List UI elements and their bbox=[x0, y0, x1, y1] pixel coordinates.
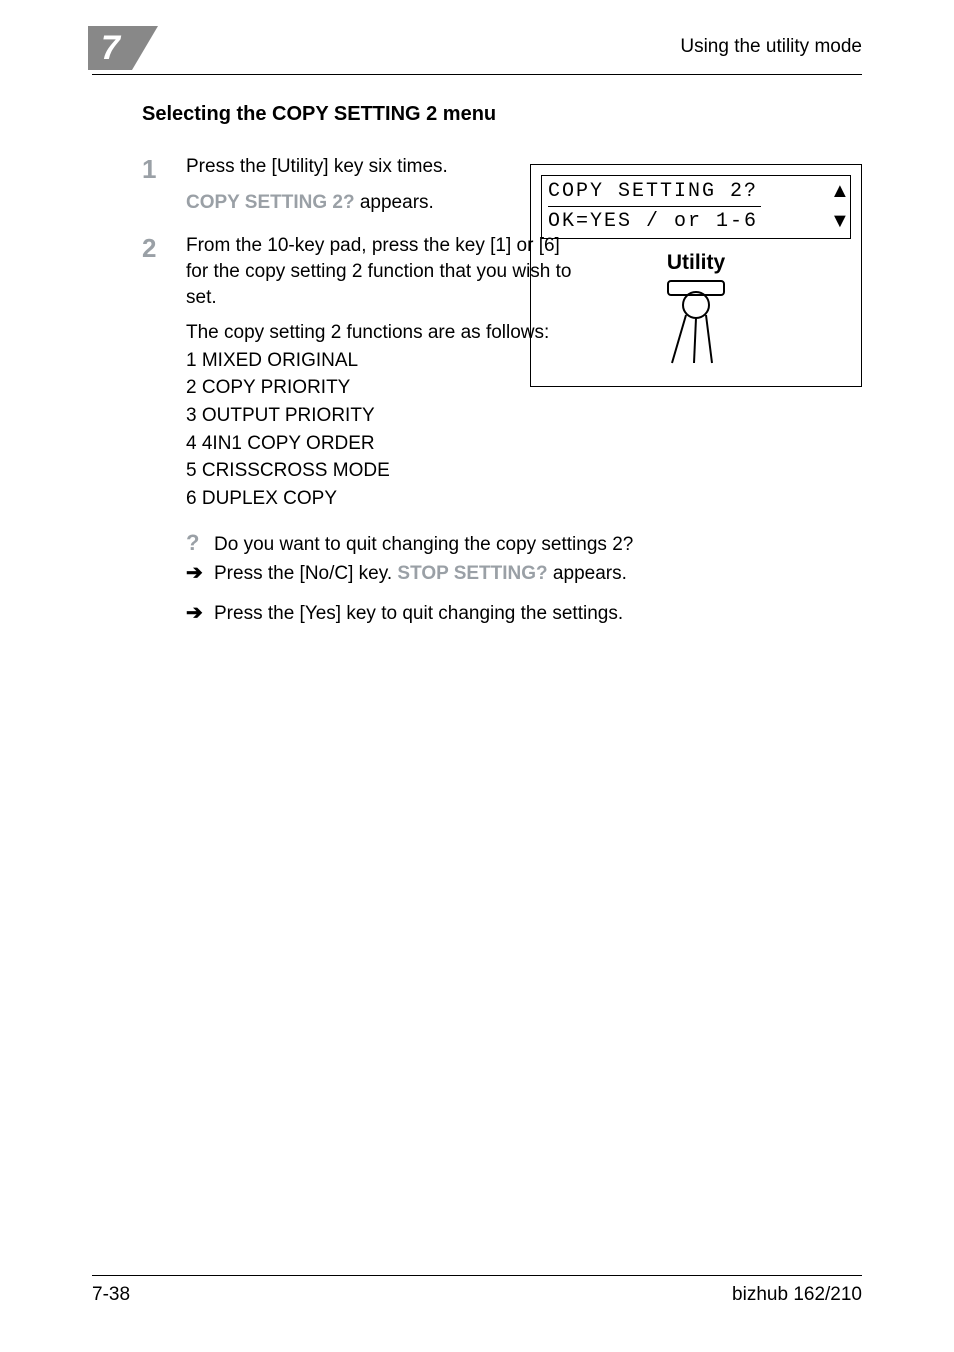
option-5: 5 CRISSCROSS MODE bbox=[186, 458, 586, 484]
page-footer: 7-38 bizhub 162/210 bbox=[92, 1275, 862, 1306]
scroll-down-icon: ▼ bbox=[830, 209, 844, 234]
tip-answer-2: Press the [Yes] key to quit changing the… bbox=[214, 599, 623, 628]
lcd-separator bbox=[548, 206, 761, 207]
tip-block: ? Do you want to quit changing the copy … bbox=[186, 530, 862, 628]
step-number: 2 bbox=[142, 233, 186, 261]
option-4: 4 4IN1 COPY ORDER bbox=[186, 431, 586, 457]
tip-answer-1-prefix: Press the [No/C] key. bbox=[214, 563, 397, 584]
arrow-right-icon: ➔ bbox=[186, 602, 203, 624]
section-title: Selecting the COPY SETTING 2 menu bbox=[142, 103, 862, 126]
chapter-number: 7 bbox=[88, 26, 132, 70]
step-1-suffix: appears. bbox=[355, 192, 434, 213]
page-number: 7-38 bbox=[92, 1284, 130, 1306]
footer-rule bbox=[92, 1275, 862, 1276]
step-2-sub-intro: The copy setting 2 functions are as foll… bbox=[186, 320, 586, 346]
device-panel-illustration: COPY SETTING 2? ▲ OK=YES / or 1-6 ▼ Util… bbox=[530, 164, 862, 387]
tip-question: Do you want to quit changing the copy se… bbox=[214, 530, 633, 559]
chapter-wedge-decoration bbox=[132, 26, 158, 70]
option-1: 1 MIXED ORIGINAL bbox=[186, 348, 586, 374]
running-head: Using the utility mode bbox=[680, 26, 862, 58]
step-2-text: From the 10-key pad, press the key [1] o… bbox=[186, 233, 586, 310]
lcd-line-2: OK=YES / or 1-6 bbox=[548, 209, 758, 234]
step-1-highlight: COPY SETTING 2? bbox=[186, 192, 355, 213]
step-1-text: Press the [Utility] key six times. bbox=[186, 154, 586, 180]
step-number: 1 bbox=[142, 154, 186, 182]
option-3: 3 OUTPUT PRIORITY bbox=[186, 403, 586, 429]
arrow-right-icon: ➔ bbox=[186, 562, 203, 584]
question-mark-icon: ? bbox=[186, 530, 199, 555]
option-2: 2 COPY PRIORITY bbox=[186, 375, 586, 401]
tip-answer-1-highlight: STOP SETTING? bbox=[397, 563, 547, 584]
utility-key-label: Utility bbox=[541, 251, 851, 275]
product-name: bizhub 162/210 bbox=[732, 1284, 862, 1306]
press-key-icon bbox=[654, 279, 738, 367]
option-6: 6 DUPLEX COPY bbox=[186, 486, 586, 512]
tip-answer-1: Press the [No/C] key. STOP SETTING? appe… bbox=[214, 559, 627, 588]
tip-answer-1-suffix: appears. bbox=[548, 563, 627, 584]
header-rule bbox=[92, 74, 862, 75]
chapter-tab: 7 bbox=[88, 26, 158, 70]
step-2-options: 1 MIXED ORIGINAL 2 COPY PRIORITY 3 OUTPU… bbox=[186, 348, 586, 512]
lcd-line-1: COPY SETTING 2? bbox=[548, 179, 758, 204]
lcd-screen: COPY SETTING 2? ▲ OK=YES / or 1-6 ▼ bbox=[541, 175, 851, 239]
scroll-up-icon: ▲ bbox=[830, 179, 844, 204]
